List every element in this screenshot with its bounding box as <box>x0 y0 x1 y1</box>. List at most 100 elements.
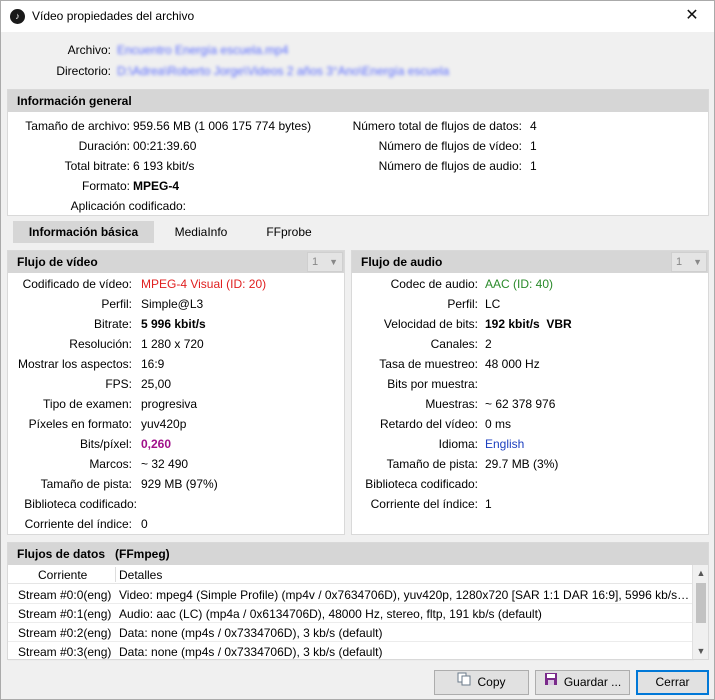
file-size-value: 959.56 MB (1 006 175 774 bytes) <box>133 119 312 133</box>
properties-window: ♪ Vídeo propiedades del archivo ✕ Archiv… <box>0 0 715 700</box>
audio-label: Velocidad de bits: <box>383 317 478 331</box>
audio-codec-value: AAC (ID: 40) <box>485 277 554 291</box>
scroll-up-icon[interactable]: ▲ <box>693 565 709 581</box>
video-label: Perfil: <box>101 297 132 311</box>
general-label: Formato: <box>81 179 130 193</box>
table-row[interactable]: Stream #0:3(eng) Data: none (mp4s / 0x73… <box>8 642 694 661</box>
audio-channels-value: 2 <box>485 337 492 351</box>
video-index-value: 0 <box>141 517 148 531</box>
audio-delay-value: 0 ms <box>485 417 512 431</box>
video-profile-value: Simple@L3 <box>141 297 204 311</box>
video-stream-selected: 1 <box>312 256 319 268</box>
video-pixfmt-value: yuv420p <box>141 417 187 431</box>
archivo-value: Encuentro Energía escuela.mp4 <box>117 43 289 57</box>
file-info: Archivo: Encuentro Energía escuela.mp4 D… <box>1 33 714 89</box>
video-label: Bits/píxel: <box>79 437 132 451</box>
general-label: Número de flujos de audio: <box>378 159 522 173</box>
detail-cell: Data: none (mp4s / 0x7334706D), 3 kb/s (… <box>119 645 383 659</box>
video-tracksize-value: 929 MB (97%) <box>141 477 218 491</box>
video-label: Píxeles en formato: <box>28 417 132 431</box>
audio-language-value: English <box>485 437 525 451</box>
video-label: FPS: <box>105 377 132 391</box>
copy-button[interactable]: Copy <box>434 670 529 695</box>
general-label: Duración: <box>78 139 130 153</box>
video-label: Bitrate: <box>93 317 132 331</box>
audio-label: Corriente del índice: <box>370 497 478 511</box>
audio-label: Canales: <box>430 337 478 351</box>
general-label: Total bitrate: <box>64 159 130 173</box>
general-label: Aplicación codificado: <box>70 199 186 213</box>
audio-samples-value: ~ 62 378 976 <box>485 397 556 411</box>
general-label: Número total de flujos de datos: <box>352 119 522 133</box>
scroll-thumb[interactable] <box>696 583 706 623</box>
audio-label: Biblioteca codificado: <box>365 477 478 491</box>
audio-bitrate-value: 192 kbit/s VBR <box>485 317 572 331</box>
audio-streams-value: 1 <box>530 159 537 173</box>
audio-label: Perfil: <box>447 297 478 311</box>
audio-stream-selected: 1 <box>676 256 683 268</box>
general-label: Número de flujos de vídeo: <box>378 139 522 153</box>
general-info-panel: Información general Tamaño de archivo: 9… <box>7 89 709 216</box>
audio-stream-title: Flujo de audio <box>361 255 443 269</box>
audio-tracksize-value: 29.7 MB (3%) <box>485 457 559 471</box>
close-button[interactable]: Cerrar <box>636 670 709 695</box>
video-stream-selector[interactable]: 1 ▼ <box>307 252 343 272</box>
tab-informacion-basica[interactable]: Información básica <box>13 221 154 243</box>
flows-scrollbar[interactable]: ▲ ▼ <box>692 565 708 659</box>
audio-label: Codec de audio: <box>390 277 478 291</box>
table-row[interactable]: Stream #0:1(eng) Audio: aac (LC) (mp4a /… <box>8 604 694 623</box>
save-button-label: Guardar ... <box>563 675 622 689</box>
audio-label: Retardo del vídeo: <box>379 417 478 431</box>
general-info-header: Información general <box>8 90 708 112</box>
stream-cell: Stream #0:2(eng) <box>18 626 112 640</box>
tab-mediainfo[interactable]: MediaInfo <box>157 221 245 243</box>
video-streams-value: 1 <box>530 139 537 153</box>
stream-cell: Stream #0:0(eng) <box>18 588 112 602</box>
column-divider[interactable] <box>115 567 116 582</box>
video-label: Marcos: <box>89 457 132 471</box>
video-label: Tipo de examen: <box>43 397 132 411</box>
format-value: MPEG-4 <box>133 179 180 193</box>
title-bar: ♪ Vídeo propiedades del archivo ✕ <box>1 1 714 32</box>
duration-value: 00:21:39.60 <box>133 139 197 153</box>
stream-cell: Stream #0:1(eng) <box>18 607 112 621</box>
audio-label: Tamaño de pista: <box>386 457 478 471</box>
video-label: Codificado de vídeo: <box>22 277 132 291</box>
audio-stream-selector[interactable]: 1 ▼ <box>671 252 707 272</box>
detail-cell: Audio: aac (LC) (mp4a / 0x6134706D), 480… <box>119 607 542 621</box>
directorio-value: D:\Adrea\Roberto Jorge\Videos 2 años 3°A… <box>117 64 450 78</box>
table-row[interactable]: Stream #0:0(eng) Video: mpeg4 (Simple Pr… <box>8 585 694 604</box>
chevron-down-icon: ▼ <box>693 257 702 267</box>
tab-ffprobe[interactable]: FFprobe <box>248 221 330 243</box>
column-header-corriente[interactable]: Corriente <box>38 568 87 582</box>
video-label: Resolución: <box>69 337 132 351</box>
save-button[interactable]: Guardar ... <box>535 670 630 695</box>
video-aspect-value: 16:9 <box>141 357 165 371</box>
video-fps-value: 25,00 <box>141 377 172 391</box>
audio-stream-header: Flujo de audio 1 ▼ <box>352 251 708 273</box>
video-stream-title: Flujo de vídeo <box>17 255 98 269</box>
video-label: Tamaño de pista: <box>40 477 132 491</box>
video-label: Biblioteca codificado: <box>24 497 137 511</box>
scroll-down-icon[interactable]: ▼ <box>693 643 709 659</box>
video-frames-value: ~ 32 490 <box>141 457 189 471</box>
video-resolution-value: 1 280 x 720 <box>141 337 204 351</box>
close-window-button[interactable]: ✕ <box>670 1 714 32</box>
table-row[interactable]: Stream #0:2(eng) Data: none (mp4s / 0x73… <box>8 623 694 642</box>
video-label: Mostrar los aspectos: <box>17 357 132 371</box>
chevron-down-icon: ▼ <box>329 257 338 267</box>
video-label: Corriente del índice: <box>24 517 132 531</box>
column-header-detalles[interactable]: Detalles <box>119 568 162 582</box>
general-label: Tamaño de archivo: <box>25 119 130 133</box>
save-icon <box>544 671 558 694</box>
data-flows-header: Flujos de datos (FFmpeg) <box>8 543 708 565</box>
audio-label: Tasa de muestreo: <box>379 357 478 371</box>
window-title: Vídeo propiedades del archivo <box>32 9 195 23</box>
data-flows-panel: Flujos de datos (FFmpeg) Corriente Detal… <box>7 542 709 661</box>
flows-table-header: Corriente Detalles <box>8 565 694 584</box>
total-streams-value: 4 <box>530 119 537 133</box>
copy-icon <box>457 671 471 694</box>
video-stream-panel: Flujo de vídeo 1 ▼ Codificado de vídeo: … <box>7 250 345 535</box>
audio-profile-value: LC <box>485 297 501 311</box>
audio-label: Bits por muestra: <box>387 377 478 391</box>
